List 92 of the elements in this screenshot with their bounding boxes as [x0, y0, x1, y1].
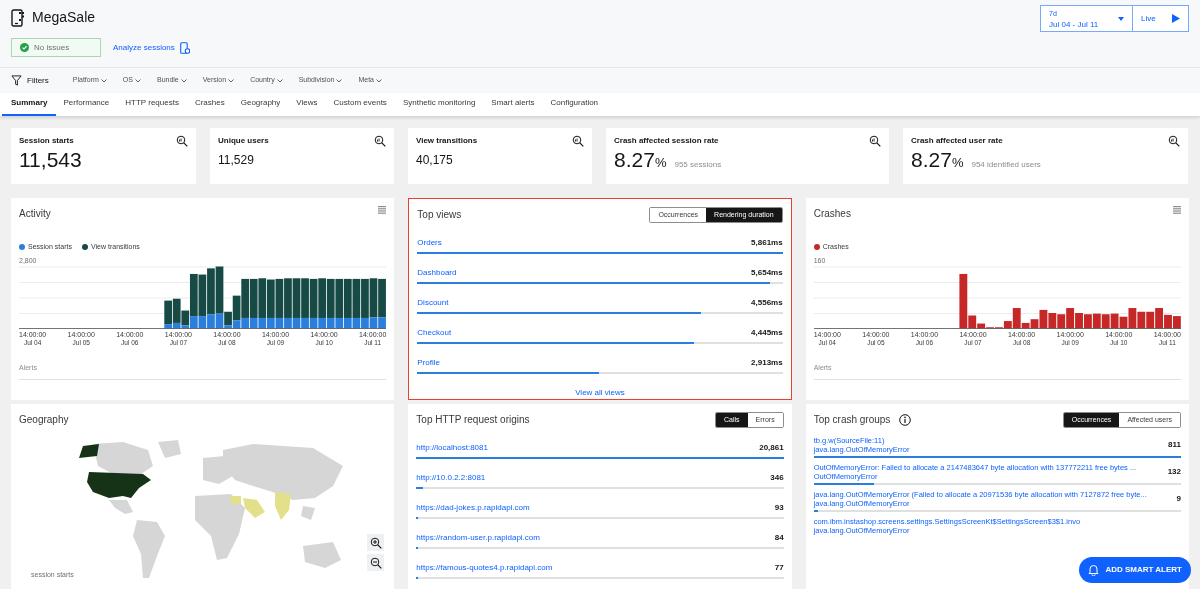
row-value: 20,861 [759, 442, 784, 454]
row-value: 4,445ms [751, 327, 783, 339]
magnifier-chart-icon[interactable] [176, 135, 188, 147]
status-label: No issues [34, 41, 70, 54]
panel-title: Top HTTP request origins [416, 413, 530, 427]
check-circle-icon [20, 43, 29, 52]
view-link[interactable]: Profile [417, 357, 440, 369]
bar [1056, 313, 1065, 328]
panel-title: Geography [19, 413, 69, 427]
origin-link[interactable]: https://dad-jokes.p.rapidapi.com [416, 502, 530, 514]
zoom-out-button[interactable] [367, 554, 385, 571]
phone-gear-icon [179, 41, 190, 54]
magnifier-chart-icon[interactable] [572, 135, 584, 147]
add-smart-alert-button[interactable]: ADD SMART ALERT [1079, 557, 1191, 583]
bar [1083, 313, 1092, 328]
row-value: 84 [774, 532, 784, 544]
chevron-down-icon [376, 78, 382, 83]
bar [1101, 313, 1110, 328]
tab[interactable]: Geography [231, 97, 290, 116]
bar [1110, 313, 1119, 328]
stat-detail: 955 sessions [674, 159, 722, 171]
row-value: 4,556ms [751, 297, 783, 309]
panel-title: Top crash groups [813, 413, 891, 427]
analyze-sessions-link[interactable]: Analyze sessions [113, 41, 190, 54]
origin-link[interactable]: https://random-user.p.rapidapi.com [416, 532, 540, 544]
view-all-link[interactable]: View all views [575, 387, 625, 399]
stat-value: 11,543 [19, 148, 83, 172]
tab[interactable]: HTTP requests [116, 97, 188, 116]
zoom-in-button[interactable] [367, 534, 385, 551]
bar [1172, 315, 1181, 328]
tab[interactable]: Summary [2, 97, 57, 116]
tab[interactable]: Views [287, 97, 327, 116]
row-value: 2,913ms [751, 357, 783, 369]
panel-title: Crashes [813, 207, 851, 221]
bar [1074, 312, 1083, 328]
bell-icon [1088, 564, 1100, 576]
bar [1092, 313, 1101, 328]
stat-value: 8.27% [614, 148, 667, 173]
tab[interactable]: Synthetic monitoring [393, 97, 485, 116]
filter-icon [11, 75, 22, 86]
stat-detail: 954 identified users [971, 159, 1041, 171]
stat-value: 11,529 [218, 152, 255, 169]
chevron-down-icon [336, 78, 343, 83]
row-value: 5,654ms [751, 267, 783, 279]
play-icon [1172, 14, 1180, 23]
live-button[interactable]: Live [1133, 5, 1189, 32]
magnifier-chart-icon[interactable] [869, 135, 881, 147]
crash-count: 9 [1176, 493, 1181, 505]
chevron-down-icon [100, 78, 107, 83]
bar [1065, 307, 1074, 328]
menu-icon[interactable] [378, 206, 387, 214]
stat-title: Crash affected session rate [614, 135, 719, 147]
stat-value: 8.27% [911, 148, 964, 173]
row-value: 346 [770, 472, 784, 484]
origin-link[interactable]: http://10.0.2.2:8081 [416, 472, 486, 484]
row-value: 93 [774, 502, 784, 514]
tab[interactable]: Custom events [324, 97, 396, 116]
stat-title: Session starts [19, 135, 74, 147]
time-range-dates: Jul 04 - Jul 11 [1049, 18, 1099, 30]
stat-title: View transitions [416, 135, 478, 147]
chevron-down-icon [134, 78, 141, 83]
filters-label: Filters [27, 74, 49, 87]
tab[interactable]: Smart alerts [482, 97, 544, 116]
tab[interactable]: Configuration [541, 97, 608, 116]
stat-title: Unique users [218, 135, 269, 147]
view-link[interactable]: Checkout [417, 327, 452, 339]
menu-icon[interactable] [1173, 206, 1181, 214]
panel-title: Activity [19, 207, 51, 221]
tab[interactable]: Performance [54, 97, 119, 116]
crash-count: 132 [1167, 466, 1181, 478]
caret-down-icon [1118, 16, 1124, 21]
bar [1145, 311, 1154, 328]
chevron-down-icon [228, 78, 235, 83]
row-value: 5,861ms [751, 237, 783, 249]
crash-count: 811 [1168, 439, 1181, 451]
magnifier-chart-icon[interactable] [374, 135, 386, 147]
tab[interactable]: Crashes [185, 97, 234, 116]
origin-link[interactable]: https://famous-quotes4.p.rapidapi.com [416, 562, 553, 574]
app-title: MegaSale [32, 8, 96, 27]
panel-title: Top views [417, 208, 462, 222]
chevron-down-icon [276, 78, 283, 83]
chevron-down-icon [180, 78, 187, 83]
view-link[interactable]: Discount [417, 297, 449, 309]
row-value: 77 [774, 562, 784, 574]
stat-title: Crash affected user rate [911, 135, 1003, 147]
origin-link[interactable]: http://localhost:8081 [416, 442, 488, 454]
app-logo-icon [11, 8, 25, 27]
info-icon[interactable] [899, 413, 912, 426]
view-link[interactable]: Orders [417, 237, 442, 249]
magnifier-chart-icon[interactable] [1168, 135, 1180, 147]
stat-value: 40,175 [416, 152, 454, 169]
view-link[interactable]: Dashboard [417, 267, 457, 279]
